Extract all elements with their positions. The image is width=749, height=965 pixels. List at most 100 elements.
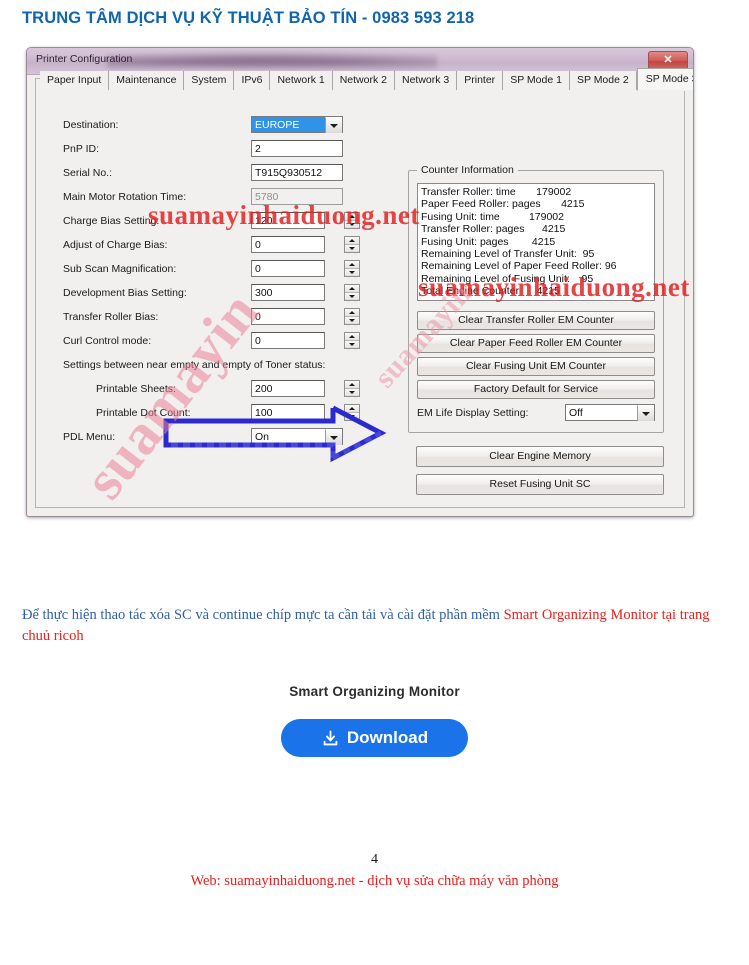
adjust-of-charge-bias-input[interactable]: 0 (251, 236, 325, 253)
printable-sheets-stepper[interactable] (344, 380, 360, 397)
pdl-menu-select[interactable]: On (251, 428, 343, 445)
chevron-down-icon[interactable] (325, 429, 342, 445)
tab-network-2[interactable]: Network 2 (332, 71, 395, 90)
stepper-up-icon[interactable] (345, 309, 359, 317)
chevron-down-icon[interactable] (637, 405, 654, 421)
tab-network-1[interactable]: Network 1 (270, 71, 333, 90)
counter-line: Remaining Level of Transfer Unit: 95 (421, 248, 595, 261)
stepper-down-icon[interactable] (345, 269, 359, 276)
clear-fusing-unit-em-counter-button[interactable]: Clear Fusing Unit EM Counter (417, 357, 655, 376)
tab-printer[interactable]: Printer (457, 71, 504, 90)
stepper-down-icon[interactable] (345, 389, 359, 396)
setting-row-pnp-id: PnP ID: 2 (63, 140, 353, 164)
transfer-roller-bias-stepper[interactable] (344, 308, 360, 325)
counter-line: Fusing Unit: pages 4215 (421, 235, 556, 248)
curl-control-mode-input[interactable]: 0 (251, 332, 325, 349)
dialog-title: Printer Configuration (36, 53, 133, 65)
counter-readout-list: Transfer Roller: time 179002 Paper Feed R… (417, 183, 655, 301)
footer-website: Web: suamayinhaiduong.net - dịch vụ sửa … (190, 873, 559, 889)
chevron-down-icon[interactable] (325, 117, 342, 133)
setting-row-printable-dot-count: Printable Dot Count: 100 (63, 404, 360, 428)
adjust-of-charge-bias-stepper[interactable] (344, 236, 360, 253)
transfer-roller-bias-input[interactable]: 0 (251, 308, 325, 325)
em-life-display-value: Off (569, 407, 583, 419)
stepper-down-icon[interactable] (345, 245, 359, 252)
stepper-up-icon[interactable] (345, 261, 359, 269)
stepper-up-icon[interactable] (345, 213, 359, 221)
tab-sp-mode-2[interactable]: SP Mode 2 (569, 71, 637, 90)
setting-label: Transfer Roller Bias: (63, 311, 159, 323)
tab-maintenance[interactable]: Maintenance (109, 71, 185, 90)
counter-line: Fusing Unit: time 179002 (421, 210, 564, 223)
tab-sp-mode-3[interactable]: SP Mode 3 (636, 68, 693, 91)
setting-label: Development Bias Setting: (63, 287, 187, 299)
group-legend: Counter Information (417, 164, 518, 176)
development-bias-setting-stepper[interactable] (344, 284, 360, 301)
stepper-down-icon[interactable] (345, 413, 359, 420)
setting-label: Charge Bias Setting: (63, 215, 160, 227)
setting-row-main-motor-rotation-time: Main Motor Rotation Time: 5780 (63, 188, 353, 212)
download-button[interactable]: Download (281, 719, 468, 757)
stepper-up-icon[interactable] (345, 333, 359, 341)
clear-engine-memory-button[interactable]: Clear Engine Memory (416, 446, 664, 467)
curl-control-mode-stepper[interactable] (344, 332, 360, 349)
em-life-display-select[interactable]: Off (565, 404, 655, 421)
stepper-up-icon[interactable] (345, 381, 359, 389)
stepper-down-icon[interactable] (345, 221, 359, 228)
development-bias-setting-input[interactable]: 300 (251, 284, 325, 301)
toner-section-note: Settings between near empty and empty of… (63, 359, 326, 371)
pdl-menu-value: On (255, 431, 270, 443)
sub-scan-magnification-stepper[interactable] (344, 260, 360, 277)
sub-scan-magnification-input[interactable]: 0 (251, 260, 325, 277)
counter-line: Transfer Roller: pages 4215 (421, 223, 566, 236)
clear-paper-feed-roller-em-counter-button[interactable]: Clear Paper Feed Roller EM Counter (417, 334, 655, 353)
em-life-display-row: EM Life Display Setting: Off (417, 404, 655, 422)
printable-sheets-input[interactable]: 200 (251, 380, 325, 397)
printable-dot-count-stepper[interactable] (344, 404, 360, 421)
pnp-id-input[interactable]: 2 (251, 140, 343, 157)
destination-select[interactable]: EUROPE (251, 116, 343, 133)
instruction-text-part1: Để thực hiện thao tác xóa SC và continue… (22, 607, 504, 623)
charge-bias-setting-input[interactable]: 120 (251, 212, 325, 229)
setting-row-charge-bias-setting: Charge Bias Setting: 120 (63, 212, 360, 236)
stepper-up-icon[interactable] (345, 285, 359, 293)
setting-label: Sub Scan Magnification: (63, 263, 177, 275)
setting-label: Serial No.: (63, 167, 113, 179)
setting-row-pdl-menu: PDL Menu: On (63, 428, 353, 452)
tab-network-3[interactable]: Network 3 (394, 71, 458, 90)
serial-no-input[interactable]: T915Q930512 (251, 164, 343, 181)
toner-section-note-row: Settings between near empty and empty of… (63, 356, 353, 380)
setting-label: Adjust of Charge Bias: (63, 239, 168, 251)
setting-row-curl-control-mode: Curl Control mode: 0 (63, 332, 360, 356)
charge-bias-setting-stepper[interactable] (344, 212, 360, 229)
tab-sp-mode-1[interactable]: SP Mode 1 (503, 71, 570, 90)
counter-line: Total Engine Counter 4215 (421, 285, 560, 298)
stepper-up-icon[interactable] (345, 405, 359, 413)
tab-system[interactable]: System (184, 71, 235, 90)
printable-dot-count-input[interactable]: 100 (251, 404, 325, 421)
counter-line: Remaining Level of Fusing Unit: 95 (421, 272, 594, 285)
reset-fusing-unit-sc-button[interactable]: Reset Fusing Unit SC (416, 474, 664, 495)
clear-transfer-roller-em-counter-button[interactable]: Clear Transfer Roller EM Counter (417, 311, 655, 330)
tab-ipv6[interactable]: IPv6 (234, 71, 271, 90)
page-title: TRUNG TÂM DỊCH VỤ KỸ THUẬT BẢO TÍN - 098… (22, 9, 475, 27)
stepper-down-icon[interactable] (345, 317, 359, 324)
counter-information-group: Counter Information Transfer Roller: tim… (408, 164, 664, 433)
setting-row-transfer-roller-bias: Transfer Roller Bias: 0 (63, 308, 360, 332)
setting-row-adjust-of-charge-bias: Adjust of Charge Bias: 0 (63, 236, 360, 260)
stepper-down-icon[interactable] (345, 341, 359, 348)
download-icon (323, 729, 338, 745)
destination-value: EUROPE (252, 117, 325, 132)
main-motor-rotation-time-input: 5780 (251, 188, 343, 205)
setting-label: Curl Control mode: (63, 335, 152, 347)
stepper-down-icon[interactable] (345, 293, 359, 300)
download-button-label: Download (346, 728, 429, 747)
stepper-up-icon[interactable] (345, 237, 359, 245)
counter-line: Transfer Roller: time 179002 (421, 186, 572, 198)
em-life-display-label: EM Life Display Setting: (417, 407, 529, 419)
page-number: 4 (371, 852, 378, 867)
setting-label: Printable Dot Count: (96, 407, 191, 419)
pdl-menu-label: PDL Menu: (63, 431, 116, 443)
tab-paper-input[interactable]: Paper Input (40, 71, 110, 90)
factory-default-for-service-button[interactable]: Factory Default for Service (417, 380, 655, 399)
